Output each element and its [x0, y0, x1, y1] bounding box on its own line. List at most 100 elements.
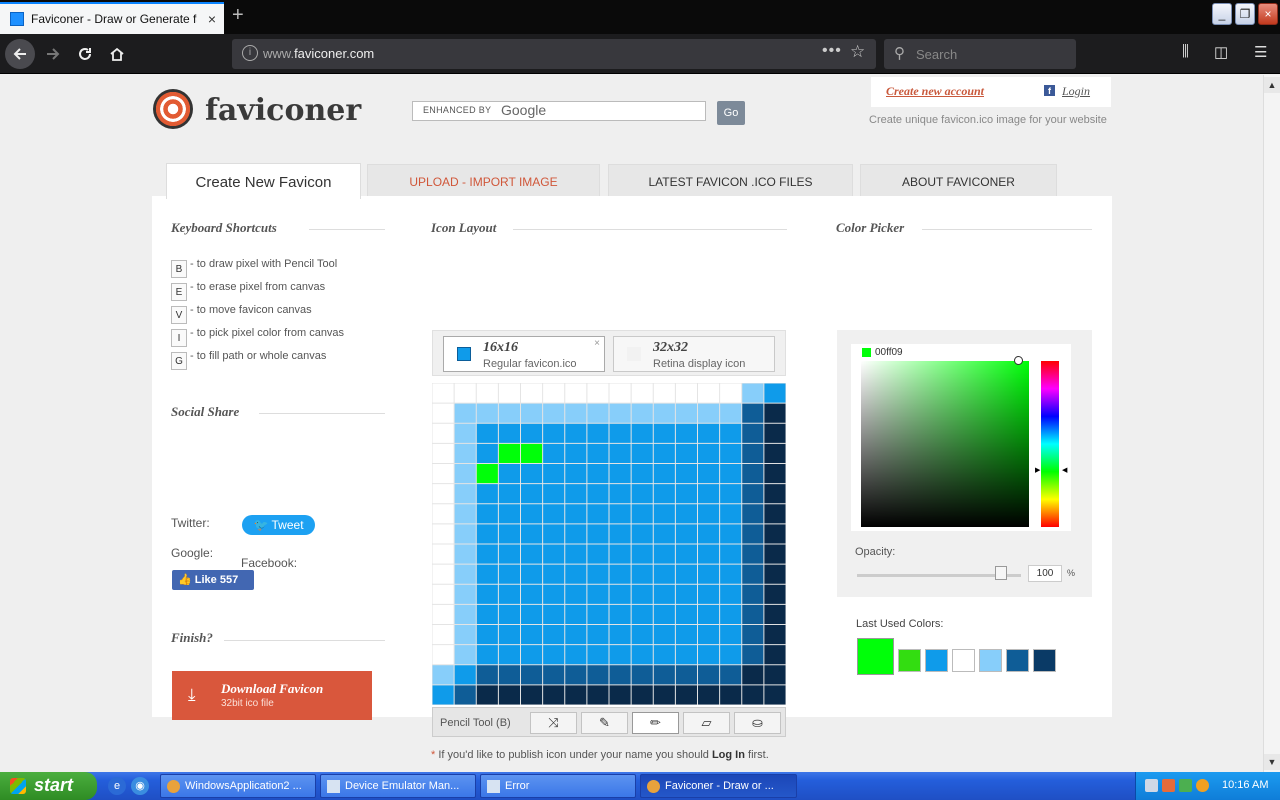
canvas-pixel[interactable]: [698, 564, 720, 584]
sidebar-icon[interactable]: ◫: [1214, 43, 1228, 61]
taskbar-item[interactable]: WindowsApplication2 ...: [160, 774, 316, 798]
canvas-pixel[interactable]: [764, 403, 786, 423]
canvas-pixel[interactable]: [587, 564, 609, 584]
canvas-pixel[interactable]: [698, 604, 720, 625]
scroll-down-icon[interactable]: ▼: [1264, 754, 1280, 770]
canvas-pixel[interactable]: [543, 665, 565, 685]
canvas-pixel[interactable]: [565, 544, 587, 564]
taskbar-item[interactable]: Error: [480, 774, 636, 798]
canvas-pixel[interactable]: [521, 584, 543, 604]
canvas-pixel[interactable]: [742, 564, 764, 584]
canvas-pixel[interactable]: [698, 443, 720, 464]
canvas-pixel[interactable]: [609, 524, 631, 544]
canvas-pixel[interactable]: [609, 584, 631, 604]
canvas-pixel[interactable]: [698, 524, 720, 544]
browser-search-input[interactable]: ⚲ Search: [884, 39, 1076, 69]
canvas-pixel[interactable]: [764, 685, 786, 705]
canvas-pixel[interactable]: [521, 625, 543, 645]
canvas-pixel[interactable]: [675, 484, 698, 504]
canvas-pixel[interactable]: [543, 504, 565, 524]
canvas-pixel[interactable]: [720, 645, 742, 665]
reload-button[interactable]: [70, 39, 100, 69]
canvas-pixel[interactable]: [609, 383, 631, 403]
search-icon[interactable]: [1196, 779, 1209, 792]
canvas-pixel[interactable]: [454, 625, 476, 645]
recent-color-swatch[interactable]: [1006, 649, 1029, 672]
tab-latest-favicons[interactable]: LATEST FAVICON .ICO FILES: [608, 164, 853, 198]
canvas-pixel[interactable]: [432, 443, 454, 464]
create-account-link[interactable]: Create new account: [886, 84, 984, 99]
fill-tool-button[interactable]: ⛀: [734, 712, 781, 734]
canvas-pixel[interactable]: [675, 625, 698, 645]
library-icon[interactable]: ⫼: [1182, 43, 1189, 60]
canvas-pixel[interactable]: [565, 464, 587, 484]
new-tab-button[interactable]: +: [232, 4, 244, 27]
canvas-pixel[interactable]: [498, 604, 521, 625]
canvas-pixel[interactable]: [432, 604, 454, 625]
canvas-pixel[interactable]: [543, 464, 565, 484]
canvas-pixel[interactable]: [521, 464, 543, 484]
canvas-pixel[interactable]: [565, 685, 587, 705]
canvas-pixel[interactable]: [720, 423, 742, 443]
canvas-pixel[interactable]: [742, 544, 764, 564]
canvas-pixel[interactable]: [587, 443, 609, 464]
canvas-pixel[interactable]: [631, 544, 653, 564]
canvas-pixel[interactable]: [498, 443, 521, 464]
canvas-pixel[interactable]: [498, 383, 521, 403]
canvas-pixel[interactable]: [587, 604, 609, 625]
recent-color-swatch[interactable]: [1033, 649, 1056, 672]
canvas-pixel[interactable]: [543, 685, 565, 705]
canvas-pixel[interactable]: [476, 665, 498, 685]
canvas-pixel[interactable]: [653, 484, 675, 504]
color-picker-tool-button[interactable]: ✎: [581, 712, 628, 734]
home-button[interactable]: [102, 39, 132, 69]
canvas-pixel[interactable]: [675, 665, 698, 685]
canvas-pixel[interactable]: [587, 464, 609, 484]
canvas-pixel[interactable]: [742, 625, 764, 645]
canvas-pixel[interactable]: [720, 604, 742, 625]
login-link[interactable]: Login: [1062, 84, 1090, 99]
canvas-pixel[interactable]: [764, 524, 786, 544]
canvas-pixel[interactable]: [631, 685, 653, 705]
canvas-pixel[interactable]: [609, 544, 631, 564]
taskbar-item[interactable]: Device Emulator Man...: [320, 774, 476, 798]
canvas-pixel[interactable]: [698, 504, 720, 524]
canvas-pixel[interactable]: [742, 484, 764, 504]
canvas-pixel[interactable]: [543, 645, 565, 665]
canvas-pixel[interactable]: [476, 383, 498, 403]
canvas-pixel[interactable]: [476, 645, 498, 665]
canvas-pixel[interactable]: [587, 403, 609, 423]
canvas-pixel[interactable]: [653, 584, 675, 604]
canvas-pixel[interactable]: [476, 504, 498, 524]
canvas-pixel[interactable]: [521, 383, 543, 403]
canvas-pixel[interactable]: [454, 544, 476, 564]
opacity-input[interactable]: 100: [1028, 565, 1062, 582]
canvas-pixel[interactable]: [521, 443, 543, 464]
canvas-pixel[interactable]: [476, 584, 498, 604]
canvas-pixel[interactable]: [587, 645, 609, 665]
canvas-pixel[interactable]: [565, 484, 587, 504]
canvas-pixel[interactable]: [498, 645, 521, 665]
canvas-pixel[interactable]: [476, 544, 498, 564]
canvas-pixel[interactable]: [653, 685, 675, 705]
canvas-pixel[interactable]: [521, 645, 543, 665]
canvas-pixel[interactable]: [720, 403, 742, 423]
canvas-pixel[interactable]: [720, 443, 742, 464]
canvas-pixel[interactable]: [521, 423, 543, 443]
hue-handle-left-icon[interactable]: ▶: [1035, 466, 1040, 474]
canvas-pixel[interactable]: [521, 484, 543, 504]
canvas-pixel[interactable]: [720, 564, 742, 584]
canvas-pixel[interactable]: [653, 403, 675, 423]
canvas-pixel[interactable]: [675, 544, 698, 564]
canvas-pixel[interactable]: [498, 484, 521, 504]
canvas-pixel[interactable]: [764, 604, 786, 625]
quick-launch-icon[interactable]: ◉: [131, 777, 149, 795]
tab-create-new-favicon[interactable]: Create New Favicon: [166, 163, 361, 199]
canvas-pixel[interactable]: [521, 504, 543, 524]
canvas-pixel[interactable]: [631, 504, 653, 524]
forward-button[interactable]: [38, 39, 68, 69]
canvas-pixel[interactable]: [631, 604, 653, 625]
canvas-pixel[interactable]: [675, 464, 698, 484]
canvas-pixel[interactable]: [454, 685, 476, 705]
canvas-pixel[interactable]: [675, 423, 698, 443]
